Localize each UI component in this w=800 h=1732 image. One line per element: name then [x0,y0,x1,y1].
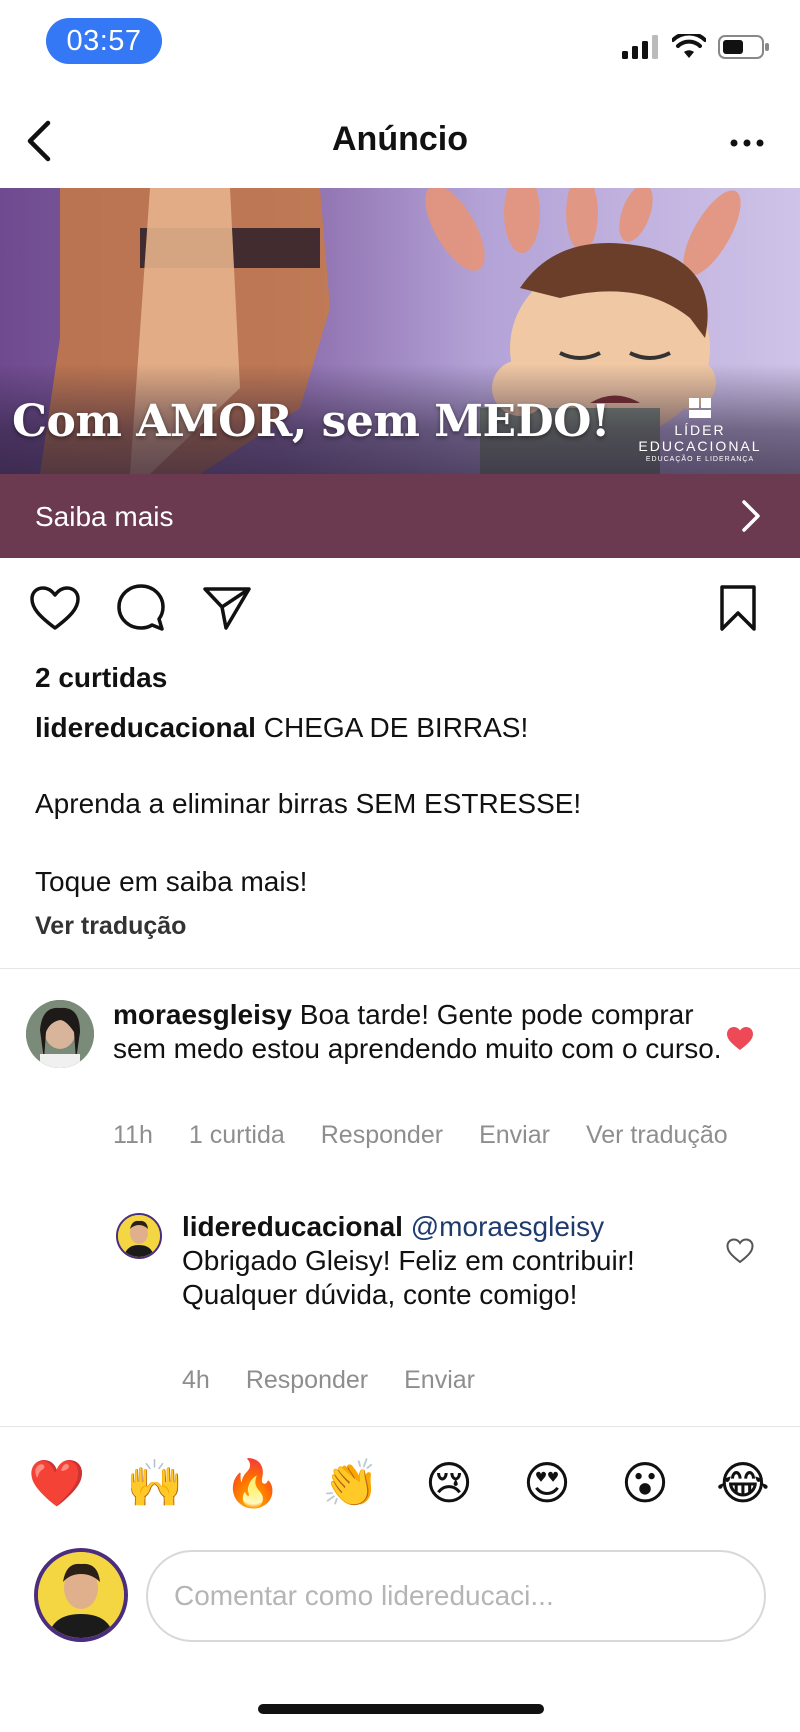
brand-tagline: EDUCAÇÃO E LIDERANÇA [645,456,755,463]
more-icon [730,139,764,147]
post-caption: lidereducacional CHEGA DE BIRRAS! [35,712,528,744]
emoji-fire[interactable]: 🔥 [222,1452,284,1514]
caption-username[interactable]: lidereducacional [35,712,256,743]
avatar-moraesgleisy[interactable] [26,1000,94,1068]
comment-1-likes[interactable]: 1 curtida [189,1121,285,1150]
comment-input[interactable] [146,1550,766,1642]
emoji-raising-hands[interactable]: 🙌 [124,1452,186,1514]
comment-2: lidereducacional @moraesgleisy Obrigado … [182,1210,702,1312]
comment-2-username[interactable]: lidereducacional [182,1211,403,1242]
divider [0,968,800,969]
emoji-heart-eyes[interactable]: 😍 [516,1452,578,1514]
emoji-tears-of-joy[interactable]: 😂 [712,1452,774,1514]
status-bar: 03:57 [0,0,800,90]
chevron-right-icon [742,500,760,532]
current-user-avatar [34,1548,128,1642]
comment-1-meta: 11h 1 curtida Responder Enviar Ver tradu… [113,1121,728,1150]
paper-plane-icon [203,587,251,630]
see-translation-link[interactable]: Ver tradução [35,912,186,941]
brand-logo: LÍDER EDUCACIONAL EDUCAÇÃO E LIDERANÇA [630,394,770,463]
caption-text-line2: Aprenda a eliminar birras SEM ESTRESSE! [35,788,582,819]
heart-outline-icon [30,586,80,630]
comment-2-text: Obrigado Gleisy! Feliz em contribuir! Qu… [182,1245,635,1310]
emoji-surprised-face[interactable]: 😮 [614,1452,676,1514]
comment-1: moraesgleisy Boa tarde! Gente pode compr… [113,998,723,1066]
emoji-clapping-hands[interactable]: 👏 [320,1452,382,1514]
more-options-button[interactable] [722,118,772,168]
user-photo-icon [118,1215,160,1257]
share-button[interactable] [199,580,255,636]
avatar-lidereducacional[interactable] [116,1213,162,1259]
comment-1-like-button[interactable] [726,1026,754,1052]
emoji-crying-face[interactable]: 😢 [418,1452,480,1514]
learn-more-label: Saiba mais [35,501,174,532]
comment-2-meta: 4h Responder Enviar [182,1366,475,1395]
emoji-reaction-bar: ❤️ 🙌 🔥 👏 😢 😍 😮 😂 [0,1452,800,1522]
comment-1-reply-button[interactable]: Responder [321,1121,443,1150]
comment-2-mention[interactable]: @moraesgleisy [411,1211,604,1242]
caption-text-line1: CHEGA DE BIRRAS! [263,712,529,743]
comment-2-send-button[interactable]: Enviar [404,1366,475,1395]
battery-icon [718,35,769,59]
likes-count[interactable]: 2 curtidas [35,662,167,694]
ad-headline: Com AMOR, sem MEDO! [12,396,610,447]
brand-name: LÍDER EDUCACIONAL [638,422,762,454]
home-indicator [258,1704,544,1714]
status-time: 03:57 [46,18,162,64]
header: Anúncio [0,100,800,188]
comment-button[interactable] [113,580,169,636]
like-button[interactable] [27,580,83,636]
page-title: Anúncio [332,120,468,158]
bookmark-icon [720,585,756,631]
comment-1-translate-link[interactable]: Ver tradução [586,1121,728,1150]
signal-icon [622,35,658,59]
comment-2-time: 4h [182,1366,210,1394]
save-button[interactable] [710,580,766,636]
user-photo-icon [38,1552,124,1638]
logo-mark-icon [689,398,711,418]
caption-text-line3: Toque em saiba mais! [35,866,308,897]
comment-2-like-button[interactable] [726,1238,754,1264]
comment-1-send-button[interactable]: Enviar [479,1121,550,1150]
comment-2-reply-button[interactable]: Responder [246,1366,368,1395]
divider [0,1426,800,1427]
comment-bubble-icon [117,584,165,631]
post-actions [0,580,800,640]
status-icons [622,34,770,60]
user-photo-icon [26,1000,94,1068]
wifi-icon [672,34,706,58]
comment-1-time: 11h [113,1121,153,1149]
comment-1-username[interactable]: moraesgleisy [113,999,292,1030]
learn-more-button[interactable]: Saiba mais [0,474,800,558]
emoji-red-heart[interactable]: ❤️ [26,1452,88,1514]
